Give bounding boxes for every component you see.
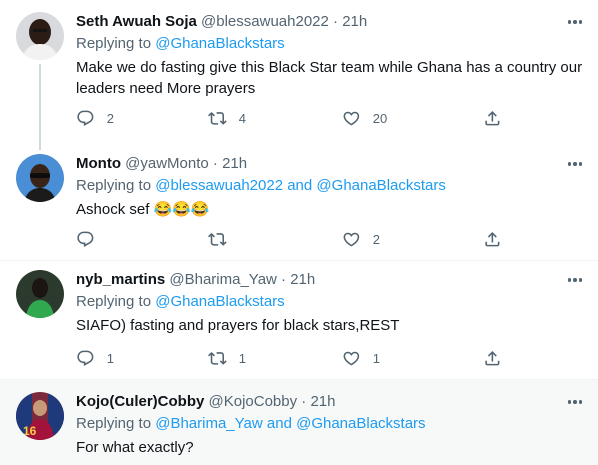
user-handle[interactable]: @yawMonto bbox=[125, 155, 209, 172]
mention-link[interactable]: @GhanaBlackstars bbox=[155, 35, 284, 52]
replying-to: Replying to @Bharima_Yaw and @GhanaBlack… bbox=[76, 415, 426, 432]
like-button[interactable]: 20 bbox=[342, 108, 387, 128]
retweet-button[interactable]: 1 bbox=[208, 348, 246, 368]
avatar[interactable] bbox=[16, 12, 64, 60]
display-name[interactable]: Seth Awuah Soja bbox=[76, 13, 197, 30]
more-icon[interactable] bbox=[564, 270, 586, 290]
more-icon[interactable] bbox=[564, 392, 586, 412]
reply-count: 2 bbox=[106, 110, 114, 126]
thread-line bbox=[39, 142, 41, 150]
share-button[interactable] bbox=[483, 229, 502, 249]
user-handle[interactable]: @KojoCobby bbox=[209, 393, 298, 410]
tweet[interactable]: Seth Awuah Soja @blessawuah2022 · 21h Re… bbox=[0, 0, 598, 142]
user-handle[interactable]: @blessawuah2022 bbox=[201, 13, 329, 30]
timestamp[interactable]: 21h bbox=[290, 271, 315, 288]
display-name[interactable]: Kojo(Culer)Cobby bbox=[76, 393, 204, 410]
like-count: 20 bbox=[372, 110, 388, 126]
retweet-button[interactable] bbox=[208, 229, 239, 249]
tweet-text: Ashock sef 😂😂😂 bbox=[76, 201, 210, 218]
reply-count: 1 bbox=[106, 350, 114, 366]
retweet-button[interactable]: 4 bbox=[208, 108, 246, 128]
like-icon bbox=[343, 351, 360, 366]
display-name[interactable]: Monto bbox=[76, 155, 121, 172]
avatar[interactable] bbox=[16, 154, 64, 202]
reply-button[interactable]: 1 bbox=[76, 348, 114, 368]
timestamp[interactable]: 21h bbox=[222, 155, 247, 172]
separator: · bbox=[212, 155, 218, 172]
tweet[interactable]: nyb_martins @Bharima_Yaw · 21h Replying … bbox=[0, 261, 598, 379]
timestamp[interactable]: 21h bbox=[342, 13, 367, 30]
svg-text:16: 16 bbox=[23, 424, 37, 438]
user-handle[interactable]: @Bharima_Yaw bbox=[169, 271, 277, 288]
thread-line bbox=[39, 64, 41, 142]
more-icon[interactable] bbox=[564, 154, 586, 174]
avatar[interactable] bbox=[16, 270, 64, 318]
separator: · bbox=[301, 393, 307, 410]
display-name[interactable]: nyb_martins bbox=[76, 271, 165, 288]
share-button[interactable] bbox=[483, 348, 502, 368]
share-icon bbox=[485, 350, 500, 366]
separator: · bbox=[333, 13, 339, 30]
retweet-count: 1 bbox=[238, 350, 246, 366]
replying-to: Replying to @GhanaBlackstars bbox=[76, 35, 285, 52]
share-icon bbox=[485, 231, 500, 247]
share-button[interactable] bbox=[483, 108, 502, 128]
tweet[interactable]: 16 Kojo(Culer)Cobby @KojoCobby · 21h Rep… bbox=[0, 380, 598, 465]
mention-link[interactable]: @GhanaBlackstars bbox=[296, 415, 425, 432]
mention-link[interactable]: @GhanaBlackstars bbox=[316, 177, 445, 194]
reply-button[interactable] bbox=[76, 229, 107, 249]
reply-button[interactable]: 2 bbox=[76, 108, 114, 128]
like-button[interactable]: 2 bbox=[342, 229, 380, 249]
reply-icon bbox=[77, 350, 94, 366]
mention-link[interactable]: @GhanaBlackstars bbox=[155, 293, 284, 310]
like-icon bbox=[343, 232, 360, 247]
like-icon bbox=[343, 111, 360, 126]
reply-icon bbox=[77, 231, 94, 247]
tweet-text: For what exactly? bbox=[76, 439, 194, 456]
like-count: 2 bbox=[372, 231, 380, 247]
avatar[interactable]: 16 bbox=[16, 392, 64, 440]
retweet-count: 4 bbox=[238, 110, 246, 126]
tweet-text: SIAFO) fasting and prayers for black sta… bbox=[76, 317, 400, 334]
timestamp[interactable]: 21h bbox=[310, 393, 335, 410]
retweet-icon bbox=[208, 351, 227, 365]
tweet[interactable]: Monto @yawMonto · 21h Replying to @bless… bbox=[0, 142, 598, 260]
retweet-icon bbox=[208, 232, 227, 246]
more-icon[interactable] bbox=[564, 12, 586, 32]
reply-icon bbox=[77, 110, 94, 126]
replying-to: Replying to @blessawuah2022 and @GhanaBl… bbox=[76, 177, 446, 194]
mention-link[interactable]: @Bharima_Yaw bbox=[155, 415, 263, 432]
tweet-text: Make we do fasting give this Black Star … bbox=[76, 59, 583, 97]
share-icon bbox=[485, 110, 500, 126]
like-button[interactable]: 1 bbox=[342, 348, 380, 368]
mention-link[interactable]: @blessawuah2022 bbox=[155, 177, 283, 194]
separator: · bbox=[281, 271, 287, 288]
retweet-icon bbox=[208, 111, 227, 125]
like-count: 1 bbox=[372, 350, 380, 366]
replying-to: Replying to @GhanaBlackstars bbox=[76, 293, 285, 310]
